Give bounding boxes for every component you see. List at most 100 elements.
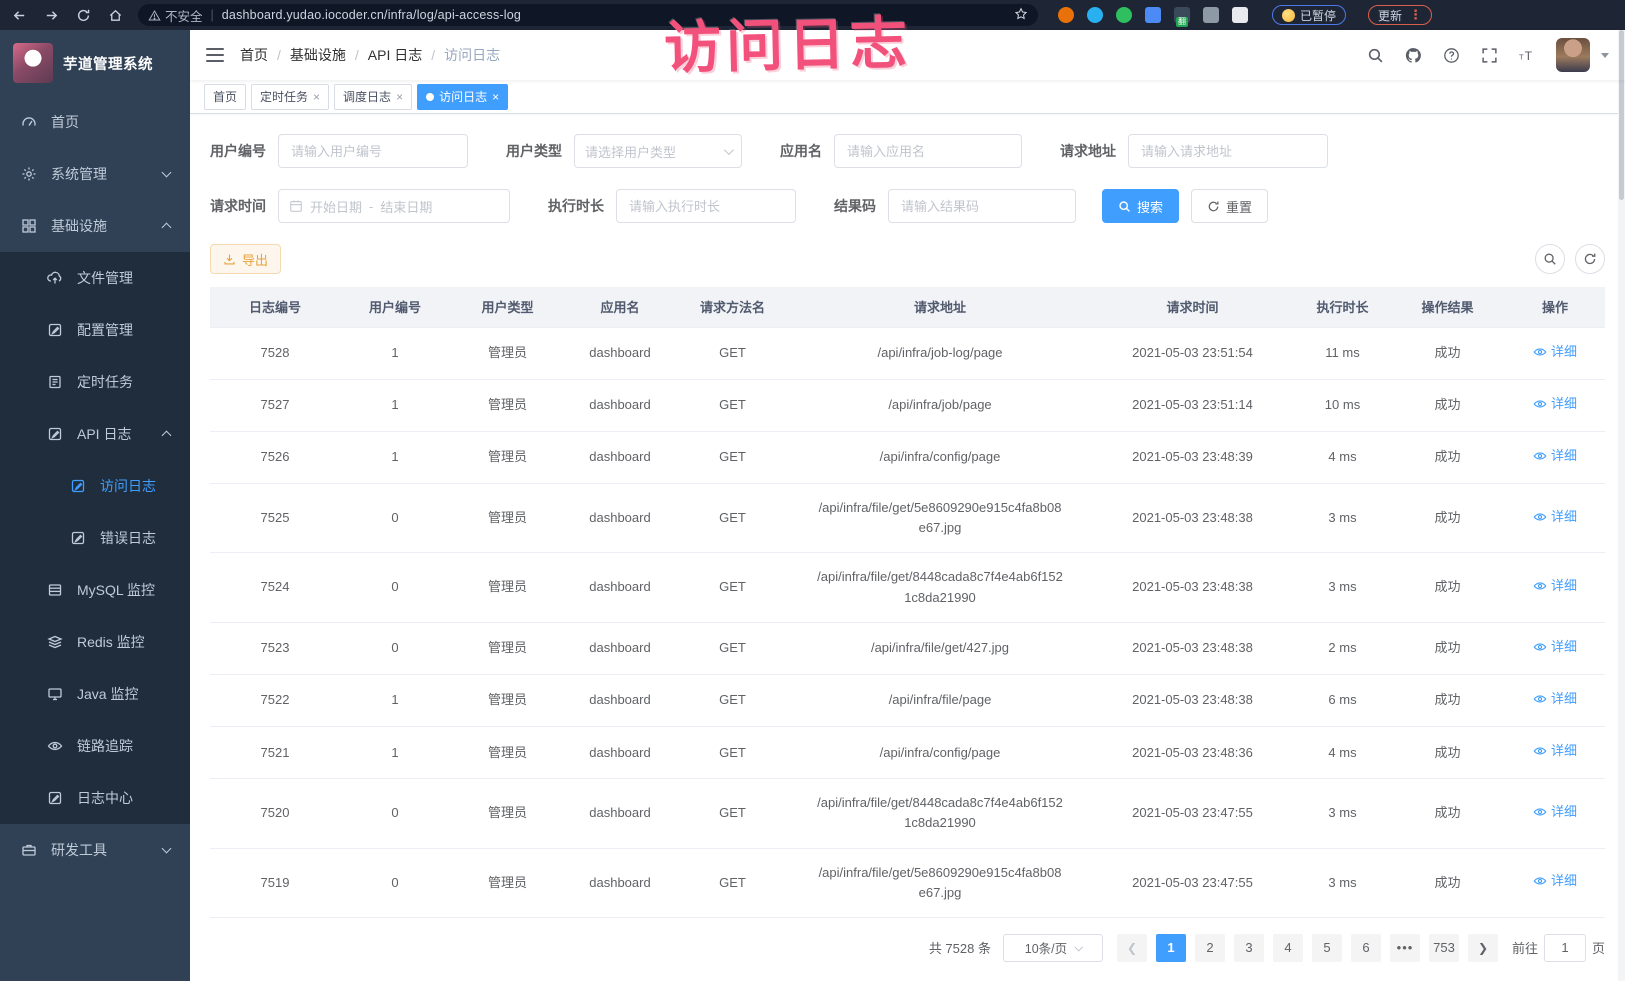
ext-green-circle-icon[interactable]	[1116, 7, 1132, 23]
sidebar-item-file-management[interactable]: 文件管理	[0, 252, 190, 304]
hamburger-icon[interactable]	[206, 48, 224, 62]
detail-link[interactable]: 详细	[1533, 637, 1577, 657]
pager-page-753[interactable]: 753	[1429, 934, 1459, 962]
export-button[interactable]: 导出	[210, 244, 281, 274]
cell-user-id: 0	[340, 484, 450, 553]
request-time-daterange[interactable]: 开始日期 - 结束日期	[278, 189, 510, 223]
user-avatar[interactable]	[1556, 38, 1590, 72]
browser-reload-icon[interactable]	[74, 6, 92, 24]
search-icon[interactable]	[1366, 46, 1385, 65]
ext-gray-icon[interactable]	[1203, 7, 1219, 23]
sidebar-item-infrastructure[interactable]: 基础设施	[0, 200, 190, 252]
browser-forward-icon[interactable]	[42, 6, 60, 24]
eye-icon	[1533, 579, 1547, 593]
reset-button[interactable]: 重置	[1191, 189, 1268, 223]
user-caret-down-icon[interactable]	[1601, 53, 1609, 58]
window-scrollbar[interactable]	[1618, 30, 1625, 981]
update-chip[interactable]: 更新 ⋮	[1368, 5, 1432, 25]
ext-orange-icon[interactable]	[1058, 7, 1074, 23]
detail-link[interactable]: 详细	[1533, 689, 1577, 709]
cell-user-id: 1	[340, 379, 450, 431]
breadcrumb-item[interactable]: 首页	[240, 45, 268, 65]
cell-action: 详细	[1505, 379, 1605, 431]
sidebar-item-mysql-monitor[interactable]: MySQL 监控	[0, 564, 190, 616]
ext-puzzle-icon[interactable]	[1232, 7, 1248, 23]
dashboard-icon	[21, 114, 38, 131]
detail-link[interactable]: 详细	[1533, 394, 1577, 414]
pager-page-2[interactable]: 2	[1195, 934, 1225, 962]
browser-home-icon[interactable]	[106, 6, 124, 24]
ext-colorful-grid-icon[interactable]	[1145, 7, 1161, 23]
sidebar-item-java-monitor[interactable]: Java 监控	[0, 668, 190, 720]
breadcrumb-item[interactable]: 基础设施	[290, 45, 346, 65]
app-name-input[interactable]	[834, 134, 1022, 168]
breadcrumb-item[interactable]: API 日志	[368, 45, 422, 65]
sidebar-item-redis-monitor[interactable]: Redis 监控	[0, 616, 190, 668]
logo-row[interactable]: 芋道管理系统	[0, 30, 190, 96]
ext-blue-shield-icon[interactable]	[1087, 7, 1103, 23]
sidebar-item-api-log[interactable]: API 日志	[0, 408, 190, 460]
sidebar-item-home[interactable]: 首页	[0, 96, 190, 148]
sidebar-item-scheduled-tasks[interactable]: 定时任务	[0, 356, 190, 408]
search-button[interactable]: 搜索	[1102, 189, 1179, 223]
sidebar-item-system-management[interactable]: 系统管理	[0, 148, 190, 200]
pager-prev-button[interactable]: ❮	[1117, 934, 1147, 962]
column-header-result: 操作结果	[1390, 287, 1505, 327]
sidebar-item-link-tracing[interactable]: 链路追踪	[0, 720, 190, 772]
pager-page-6[interactable]: 6	[1351, 934, 1381, 962]
cell-app-name: dashboard	[565, 379, 675, 431]
profile-chip[interactable]: 已暂停	[1272, 5, 1346, 25]
pager-page-3[interactable]: 3	[1234, 934, 1264, 962]
detail-link[interactable]: 详细	[1533, 741, 1577, 761]
sidebar-item-config-management[interactable]: 配置管理	[0, 304, 190, 356]
bookmark-star-icon[interactable]	[1014, 7, 1028, 24]
toggle-search-button[interactable]	[1535, 244, 1565, 274]
detail-link[interactable]: 详细	[1533, 802, 1577, 822]
ext-translate-icon[interactable]: 翻	[1174, 7, 1190, 23]
pager-next-button[interactable]: ❯	[1468, 934, 1498, 962]
docs-help-icon[interactable]	[1442, 46, 1461, 65]
sidebar-item-error-log[interactable]: 错误日志	[0, 512, 190, 564]
duration-input[interactable]	[616, 189, 796, 223]
table-row: 75190管理员dashboardGET/api/infra/file/get/…	[210, 848, 1605, 917]
tab-scheduled-tasks[interactable]: 定时任务×	[251, 84, 329, 110]
result-code-input[interactable]	[888, 189, 1076, 223]
close-icon[interactable]: ×	[492, 91, 499, 103]
detail-link[interactable]: 详细	[1533, 342, 1577, 362]
table-row: 75221管理员dashboardGET/api/infra/file/page…	[210, 674, 1605, 726]
cell-user-id: 1	[340, 674, 450, 726]
page-size-select[interactable]: 10条/页	[1003, 934, 1103, 962]
tab-dispatch-log[interactable]: 调度日志×	[334, 84, 412, 110]
pager-page-5[interactable]: 5	[1312, 934, 1342, 962]
url-text: dashboard.yudao.iocoder.cn/infra/log/api…	[222, 8, 521, 22]
sidebar-item-log-center[interactable]: 日志中心	[0, 772, 190, 824]
sidebar-item-access-log[interactable]: 访问日志	[0, 460, 190, 512]
browser-back-icon[interactable]	[10, 6, 28, 24]
browser-menu-dots-icon[interactable]: ⋮	[1409, 7, 1422, 23]
font-size-icon[interactable]: TT	[1518, 46, 1537, 65]
pager-page-1[interactable]: 1	[1156, 934, 1186, 962]
cell-user-type: 管理员	[450, 379, 565, 431]
tab-home[interactable]: 首页	[204, 84, 246, 110]
user-id-input[interactable]	[278, 134, 468, 168]
pager-ellipsis[interactable]: •••	[1390, 934, 1420, 962]
pager: ❮ 123456 ••• 753 ❯	[1117, 934, 1498, 962]
refresh-icon	[1207, 200, 1220, 213]
refresh-table-button[interactable]	[1575, 244, 1605, 274]
close-icon[interactable]: ×	[396, 91, 403, 103]
detail-link[interactable]: 详细	[1533, 446, 1577, 466]
cell-log-id: 7521	[210, 727, 340, 779]
github-icon[interactable]	[1404, 46, 1423, 65]
request-url-input[interactable]	[1128, 134, 1328, 168]
sidebar-item-dev-tools[interactable]: 研发工具	[0, 824, 190, 876]
pager-page-4[interactable]: 4	[1273, 934, 1303, 962]
address-bar[interactable]: 不安全 | dashboard.yudao.iocoder.cn/infra/l…	[138, 4, 1038, 26]
fullscreen-icon[interactable]	[1480, 46, 1499, 65]
detail-link[interactable]: 详细	[1533, 507, 1577, 527]
detail-link[interactable]: 详细	[1533, 576, 1577, 596]
detail-link[interactable]: 详细	[1533, 871, 1577, 891]
jump-page-input[interactable]	[1544, 934, 1586, 962]
user-type-select[interactable]: 请选择用户类型	[574, 134, 742, 168]
tab-access-log[interactable]: 访问日志×	[417, 84, 508, 110]
close-icon[interactable]: ×	[313, 91, 320, 103]
